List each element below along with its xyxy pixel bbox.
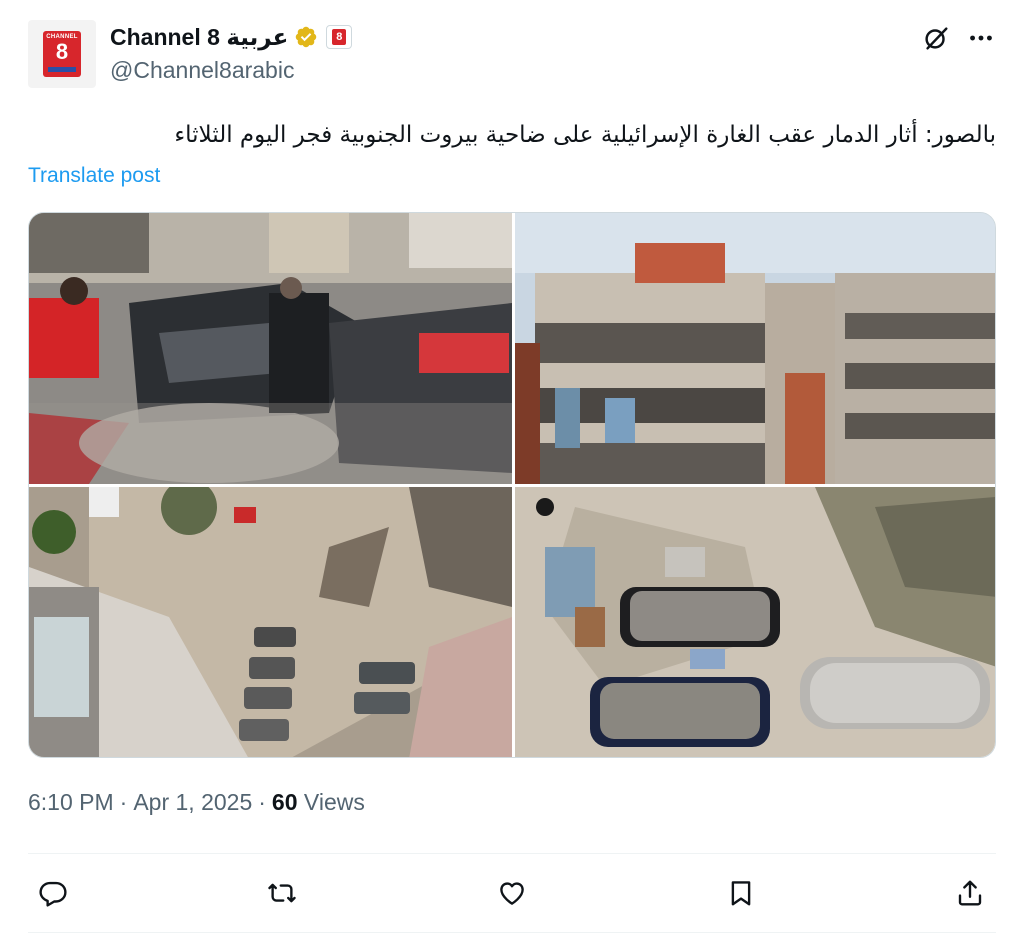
author-name-row: Channel 8 عربية 8	[110, 22, 353, 52]
divider	[28, 853, 996, 854]
reply-icon[interactable]	[33, 873, 73, 913]
meta-separator: ·	[258, 789, 266, 815]
avatar[interactable]: CHANNEL 8	[28, 20, 96, 88]
translate-post-link[interactable]: Translate post	[28, 164, 160, 188]
views-count: 60	[271, 789, 298, 815]
channel8-logo: CHANNEL 8	[43, 31, 81, 77]
repost-icon[interactable]	[262, 873, 302, 913]
meta-separator: ·	[119, 789, 128, 815]
divider	[28, 932, 996, 933]
share-icon[interactable]	[950, 873, 990, 913]
views-label: Views	[303, 789, 365, 815]
author-name[interactable]: Channel 8 عربية	[110, 24, 288, 51]
post-text: بالصور: أثار الدمار عقب الغارة الإسرائيل…	[174, 122, 996, 148]
media-grid	[28, 212, 996, 758]
post-meta: 6:10 PM · Apr 1, 2025 · 60 Views	[28, 789, 365, 816]
photo-damaged-cars[interactable]	[29, 213, 512, 484]
grok-icon[interactable]	[920, 22, 952, 54]
post-time[interactable]: 6:10 PM	[28, 789, 114, 816]
photo-damaged-buildings[interactable]	[515, 213, 995, 484]
affiliate-badge[interactable]: 8	[326, 25, 353, 49]
like-icon[interactable]	[492, 873, 532, 913]
post-date[interactable]: Apr 1, 2025	[133, 789, 252, 816]
photo-aerial-street[interactable]	[29, 487, 512, 757]
more-icon[interactable]	[965, 22, 997, 54]
verified-badge-icon[interactable]	[294, 25, 318, 49]
author-handle[interactable]: @Channel8arabic	[110, 57, 294, 84]
photo-aerial-cars[interactable]	[515, 487, 995, 757]
bookmark-icon[interactable]	[721, 873, 761, 913]
